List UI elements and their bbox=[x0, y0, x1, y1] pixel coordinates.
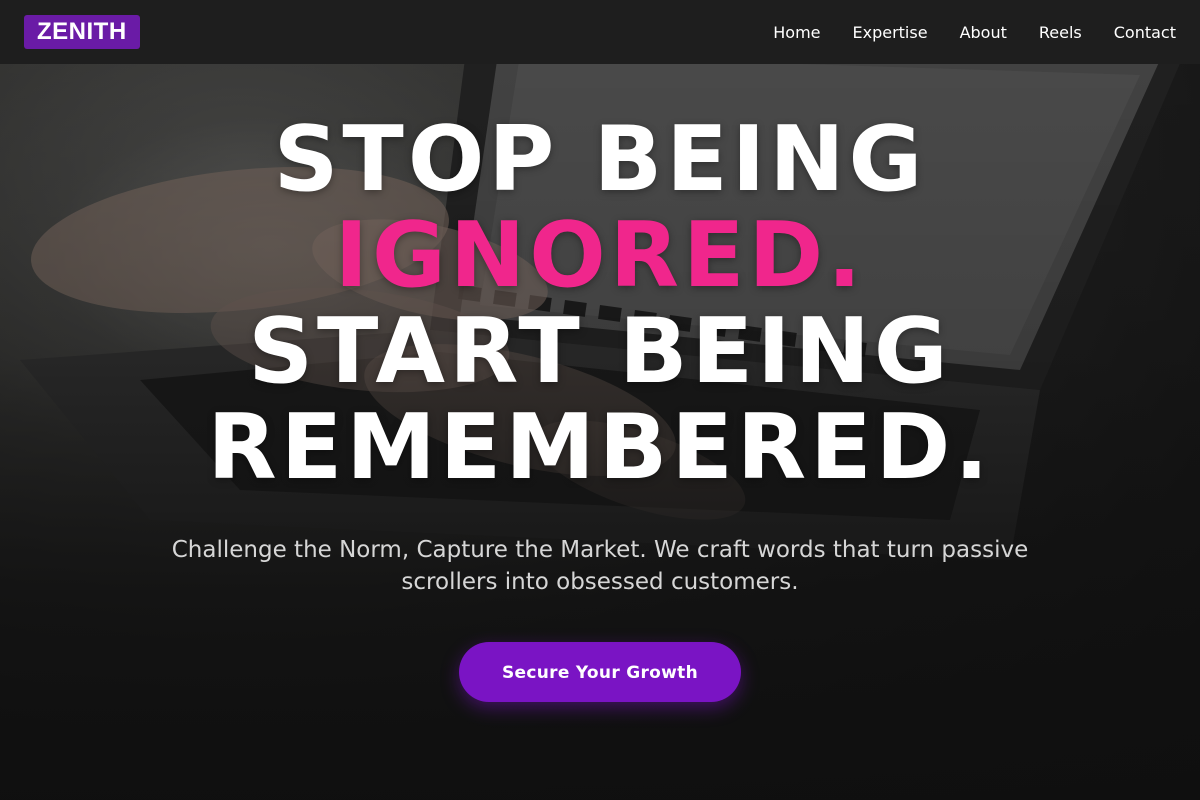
nav-link-contact[interactable]: Contact bbox=[1114, 23, 1176, 42]
secure-growth-button[interactable]: Secure Your Growth bbox=[459, 642, 741, 702]
top-navbar: ZENITH Home Expertise About Reels Contac… bbox=[0, 0, 1200, 64]
nav-link-about[interactable]: About bbox=[960, 23, 1007, 42]
nav-link-expertise[interactable]: Expertise bbox=[853, 23, 928, 42]
nav-links: Home Expertise About Reels Contact bbox=[773, 23, 1176, 42]
brand-logo[interactable]: ZENITH bbox=[24, 15, 140, 49]
headline-line-4: REMEMBERED. bbox=[207, 395, 993, 500]
headline-accent: IGNORED. bbox=[334, 203, 866, 308]
headline-line-3: START BEING bbox=[248, 299, 952, 404]
nav-link-reels[interactable]: Reels bbox=[1039, 23, 1082, 42]
hero-headline: STOP BEING IGNORED. START BEING REMEMBER… bbox=[0, 112, 1200, 496]
hero-subheadline: Challenge the Norm, Capture the Market. … bbox=[171, 537, 1029, 595]
hero-section: STOP BEING IGNORED. START BEING REMEMBER… bbox=[0, 112, 1200, 702]
headline-line-1: STOP BEING bbox=[273, 107, 927, 212]
landing-page: ZENITH Home Expertise About Reels Contac… bbox=[0, 0, 1200, 800]
nav-link-home[interactable]: Home bbox=[773, 23, 820, 42]
